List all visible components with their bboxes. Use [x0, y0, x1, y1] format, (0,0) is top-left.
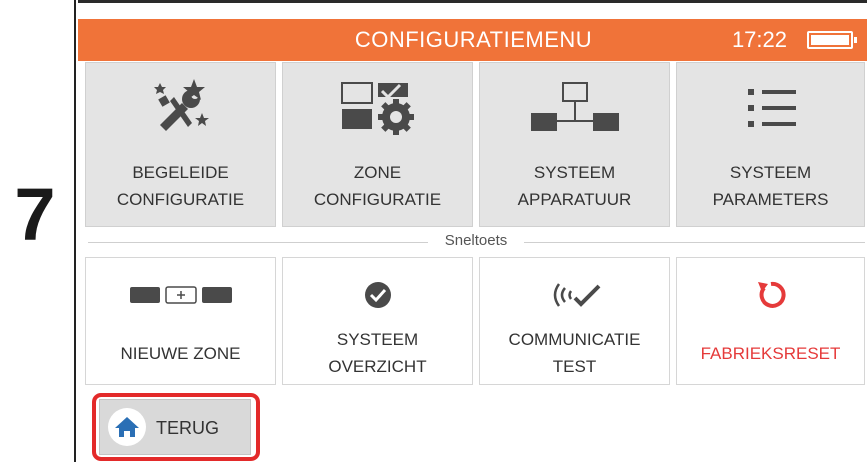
tile-systeem-apparatuur[interactable]: SYSTEEM APPARATUUR [479, 62, 670, 227]
clock: 17:22 [731, 27, 787, 52]
tile-systeem-parameters[interactable]: SYSTEEM PARAMETERS [676, 62, 865, 227]
divider [88, 242, 428, 243]
shortcut-section-label: Sneltoets [431, 232, 521, 249]
signal-check-icon [480, 278, 669, 312]
back-button[interactable]: TERUG [99, 399, 251, 455]
zone-gear-icon [283, 77, 472, 139]
step-number: 7 [14, 173, 56, 256]
title-bar: CONFIGURATIEMENU 17:22 [78, 19, 867, 61]
tile-label: SYSTEEM PARAMETERS [712, 163, 829, 209]
home-icon [108, 408, 146, 446]
network-devices-icon [480, 77, 669, 139]
tile-communicatie-test[interactable]: COMMUNICATIE TEST [479, 257, 670, 385]
tile-nieuwe-zone[interactable]: NIEUWE ZONE [85, 257, 276, 385]
check-circle-icon [283, 280, 472, 310]
tile-label: SYSTEEM OVERZICHT [328, 330, 427, 376]
tile-label: FABRIEKSRESET [700, 344, 841, 363]
reset-icon [677, 278, 864, 312]
top-bar: CONFIGURATIEMENU 17:22 [78, 0, 867, 65]
tile-fabrieksreset[interactable]: FABRIEKSRESET [676, 257, 865, 385]
tile-label: NIEUWE ZONE [120, 344, 241, 363]
list-icon [677, 77, 864, 139]
add-zone-icon [86, 282, 275, 308]
tile-begeleide-configuratie[interactable]: BEGELEIDE CONFIGURATIE [85, 62, 276, 227]
tile-zone-configuratie[interactable]: ZONE CONFIGURATIE [282, 62, 473, 227]
tile-label: ZONE CONFIGURATIE [313, 163, 442, 209]
tile-systeem-overzicht[interactable]: SYSTEEM OVERZICHT [282, 257, 473, 385]
battery-full-icon [807, 31, 857, 49]
tile-label: SYSTEEM APPARATUUR [517, 163, 632, 209]
divider [524, 242, 865, 243]
tile-label: BEGELEIDE CONFIGURATIE [116, 163, 245, 209]
tile-label: COMMUNICATIE TEST [508, 330, 641, 376]
device-screen: CONFIGURATIEMENU 17:22 BEGELEIDE CONFIGU… [74, 0, 867, 462]
back-button-label: TERUG [156, 418, 219, 438]
tools-sparkle-icon [86, 77, 275, 139]
